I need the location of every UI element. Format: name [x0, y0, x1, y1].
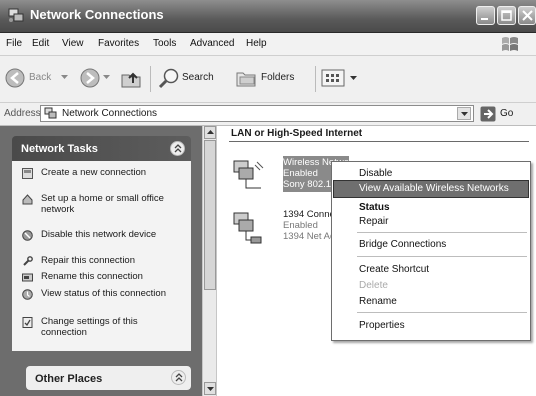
views-icon: [321, 69, 345, 87]
menu-separator: [357, 256, 527, 257]
collapse-button[interactable]: [170, 141, 185, 156]
go-label: Go: [500, 108, 514, 119]
minimize-button[interactable]: [476, 6, 495, 25]
task-disable-device[interactable]: Disable this network device: [22, 229, 184, 253]
folders-label: Folders: [261, 72, 295, 83]
menu-help[interactable]: Help: [246, 38, 267, 49]
chevron-down-icon: [207, 387, 214, 391]
menu-item-repair[interactable]: Repair: [359, 216, 388, 227]
1394-adapter-icon: [233, 212, 262, 244]
close-icon: [522, 10, 533, 21]
title-bar[interactable]: Network Connections: [0, 0, 536, 33]
network-tasks-panel: Create a new connection Set up a home or…: [12, 161, 191, 351]
rename-icon: [22, 273, 33, 282]
other-places-header[interactable]: Other Places: [26, 366, 191, 390]
menu-advanced[interactable]: Advanced: [190, 38, 234, 49]
chevron-down-icon: [61, 75, 68, 79]
forward-arrow-icon: [80, 68, 100, 88]
network-tasks-header[interactable]: Network Tasks: [12, 136, 191, 161]
windows-logo-icon: [502, 37, 518, 51]
network-connections-icon: [8, 8, 24, 22]
task-pane: Network Tasks Create a new connection Se…: [0, 126, 202, 396]
menu-edit[interactable]: Edit: [32, 38, 49, 49]
toolbar-separator: [150, 66, 151, 92]
menu-tools[interactable]: Tools: [153, 38, 176, 49]
menu-item-delete: Delete: [359, 280, 388, 291]
up-folder-icon: [121, 72, 141, 88]
toolbar-separator: [315, 66, 316, 92]
context-menu: Disable View Available Wireless Networks…: [331, 161, 531, 341]
menu-item-disable[interactable]: Disable: [359, 168, 392, 179]
close-button[interactable]: [518, 6, 536, 25]
menu-item-properties[interactable]: Properties: [359, 320, 405, 331]
minimize-icon: [481, 18, 488, 20]
search-button[interactable]: Search: [158, 65, 226, 91]
menu-item-rename[interactable]: Rename: [359, 296, 397, 307]
group-divider: [229, 141, 529, 142]
views-button[interactable]: [321, 68, 361, 88]
menu-file[interactable]: File: [6, 38, 22, 49]
back-label: Back: [29, 72, 52, 83]
chevron-up-icon: [207, 130, 214, 134]
task-home-network[interactable]: Set up a home or small office network: [22, 193, 184, 229]
chevron-down-icon: [350, 76, 357, 80]
wireless-connection-status: Enabled: [283, 168, 318, 179]
menu-view[interactable]: View: [62, 38, 84, 49]
back-button[interactable]: Back: [3, 65, 75, 91]
menu-item-view-wireless-networks[interactable]: View Available Wireless Networks: [359, 183, 509, 194]
double-chevron-up-icon: [174, 144, 182, 153]
up-folder-button[interactable]: [119, 66, 143, 90]
search-icon: [158, 68, 179, 89]
menu-favorites[interactable]: Favorites: [98, 38, 139, 49]
folders-icon: [236, 72, 256, 87]
chevron-down-icon: [103, 75, 110, 79]
status-icon: [22, 289, 33, 300]
collapse-button[interactable]: [171, 370, 186, 385]
other-places-title: Other Places: [35, 373, 103, 385]
maximize-button[interactable]: [497, 6, 516, 25]
scroll-thumb[interactable]: [204, 140, 216, 290]
address-label: Address: [4, 108, 41, 119]
double-chevron-up-icon: [175, 373, 183, 382]
network-tasks-title: Network Tasks: [21, 143, 98, 155]
address-bar: Address Network Connections Go: [0, 103, 536, 126]
task-change-settings[interactable]: Change settings of this connection: [22, 316, 184, 340]
toolbar: Back Search Folders: [0, 56, 536, 103]
task-rename[interactable]: Rename this connection: [22, 271, 184, 283]
menu-bar: File Edit View Favorites Tools Advanced …: [0, 33, 536, 56]
chevron-down-icon: [461, 112, 468, 116]
address-dropdown[interactable]: [457, 107, 471, 120]
1394-connection-status: Enabled: [283, 220, 318, 231]
menu-separator: [357, 312, 527, 313]
go-arrow-icon: [480, 106, 496, 122]
menu-item-status[interactable]: Status: [359, 202, 390, 213]
task-create-connection[interactable]: Create a new connection: [22, 167, 184, 191]
folders-button[interactable]: Folders: [235, 65, 307, 91]
disable-icon: [22, 230, 33, 241]
settings-icon: [22, 317, 33, 328]
scroll-down-button[interactable]: [204, 382, 216, 395]
repair-icon: [23, 256, 33, 266]
new-connection-icon: [22, 168, 33, 179]
forward-button[interactable]: [78, 65, 112, 91]
address-field[interactable]: Network Connections: [40, 105, 474, 122]
task-repair[interactable]: Repair this connection: [22, 255, 184, 267]
task-view-status[interactable]: View status of this connection: [22, 288, 184, 312]
go-button[interactable]: Go: [480, 105, 532, 123]
back-arrow-icon: [5, 68, 25, 88]
window-title: Network Connections: [30, 7, 164, 22]
menu-item-create-shortcut[interactable]: Create Shortcut: [359, 264, 429, 275]
search-label: Search: [182, 72, 214, 83]
maximize-icon: [501, 10, 512, 21]
wireless-connection-device: Sony 802.11: [283, 179, 336, 190]
vertical-scrollbar[interactable]: [202, 126, 217, 396]
address-value: Network Connections: [62, 108, 158, 119]
home-network-icon: [22, 194, 33, 205]
network-connections-icon: [44, 107, 57, 119]
scroll-up-button[interactable]: [204, 126, 216, 139]
wireless-adapter-icon: [233, 160, 264, 189]
menu-separator: [357, 232, 527, 233]
menu-item-bridge-connections[interactable]: Bridge Connections: [359, 239, 446, 250]
group-header: LAN or High-Speed Internet: [231, 128, 363, 139]
